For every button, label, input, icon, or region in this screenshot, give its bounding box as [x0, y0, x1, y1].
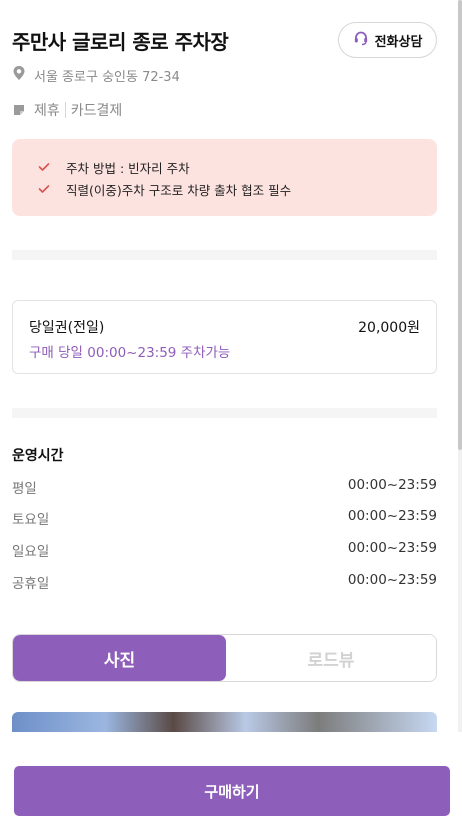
tag-divider — [64, 102, 66, 118]
notice-item: 직렬(이중)주차 구조로 차량 출차 협조 필수 — [38, 178, 437, 200]
notice-item: 주차 방법 : 빈자리 주차 — [38, 156, 437, 178]
hours-time: 00:00~23:59 — [347, 572, 437, 588]
call-consult-button[interactable]: 전화상담 — [338, 22, 437, 58]
hours-row: 일요일 00:00~23:59 — [12, 540, 437, 560]
notice-text: 직렬(이중)주차 구조로 차량 출차 협조 필수 — [66, 182, 292, 198]
ticket-name: 당일권(전일) — [29, 320, 105, 336]
tag-card-payment: 카드결제 — [70, 103, 123, 119]
hours-day: 평일 — [12, 481, 37, 497]
hours-day: 토요일 — [12, 512, 50, 528]
hours-day: 일요일 — [12, 544, 50, 560]
location-pin-icon — [12, 65, 26, 85]
scrollbar-thumb[interactable] — [458, 0, 462, 450]
tab-photo[interactable]: 사진 — [13, 635, 226, 681]
hours-time: 00:00~23:59 — [347, 477, 437, 493]
tag-partner: 제휴 — [34, 103, 60, 119]
ticket-description: 구매 당일 00:00~23:59 주차가능 — [29, 345, 231, 361]
address-row: 서울 종로구 숭인동 72-34 — [12, 65, 180, 85]
operating-hours-title: 운영시간 — [12, 448, 64, 464]
view-toggle: 사진 로드뷰 — [12, 634, 437, 682]
call-consult-label: 전화상담 — [374, 34, 423, 50]
section-divider — [12, 250, 437, 260]
hours-row: 토요일 00:00~23:59 — [12, 508, 437, 528]
hours-row: 공휴일 00:00~23:59 — [12, 572, 437, 592]
tab-roadview[interactable]: 로드뷰 — [226, 635, 436, 681]
hours-time: 00:00~23:59 — [347, 508, 437, 524]
parking-notice-box: 주차 방법 : 빈자리 주차 직렬(이중)주차 구조로 차량 출차 협조 필수 — [12, 139, 437, 216]
parking-tag-icon — [12, 103, 26, 117]
ticket-price: 20,000원 — [358, 320, 420, 336]
parking-lot-photo[interactable] — [12, 712, 437, 732]
hours-time: 00:00~23:59 — [347, 540, 437, 556]
tags-row: 제휴 카드결제 — [12, 100, 122, 120]
hours-day: 공휴일 — [12, 576, 50, 592]
headset-icon — [353, 30, 369, 50]
check-icon — [38, 162, 50, 172]
notice-text: 주차 방법 : 빈자리 주차 — [66, 160, 190, 176]
scrollbar-track[interactable] — [458, 0, 462, 829]
page-title: 주만사 글로리 종로 주차장 — [12, 30, 229, 54]
ticket-card[interactable]: 당일권(전일) 20,000원 구매 당일 00:00~23:59 주차가능 — [12, 300, 437, 374]
buy-button[interactable]: 구매하기 — [14, 766, 450, 816]
address-text: 서울 종로구 숭인동 72-34 — [34, 69, 180, 85]
header: 주만사 글로리 종로 주차장 전화상담 — [12, 22, 437, 58]
hours-row: 평일 00:00~23:59 — [12, 477, 437, 497]
section-divider — [12, 408, 437, 418]
check-icon — [38, 184, 50, 194]
